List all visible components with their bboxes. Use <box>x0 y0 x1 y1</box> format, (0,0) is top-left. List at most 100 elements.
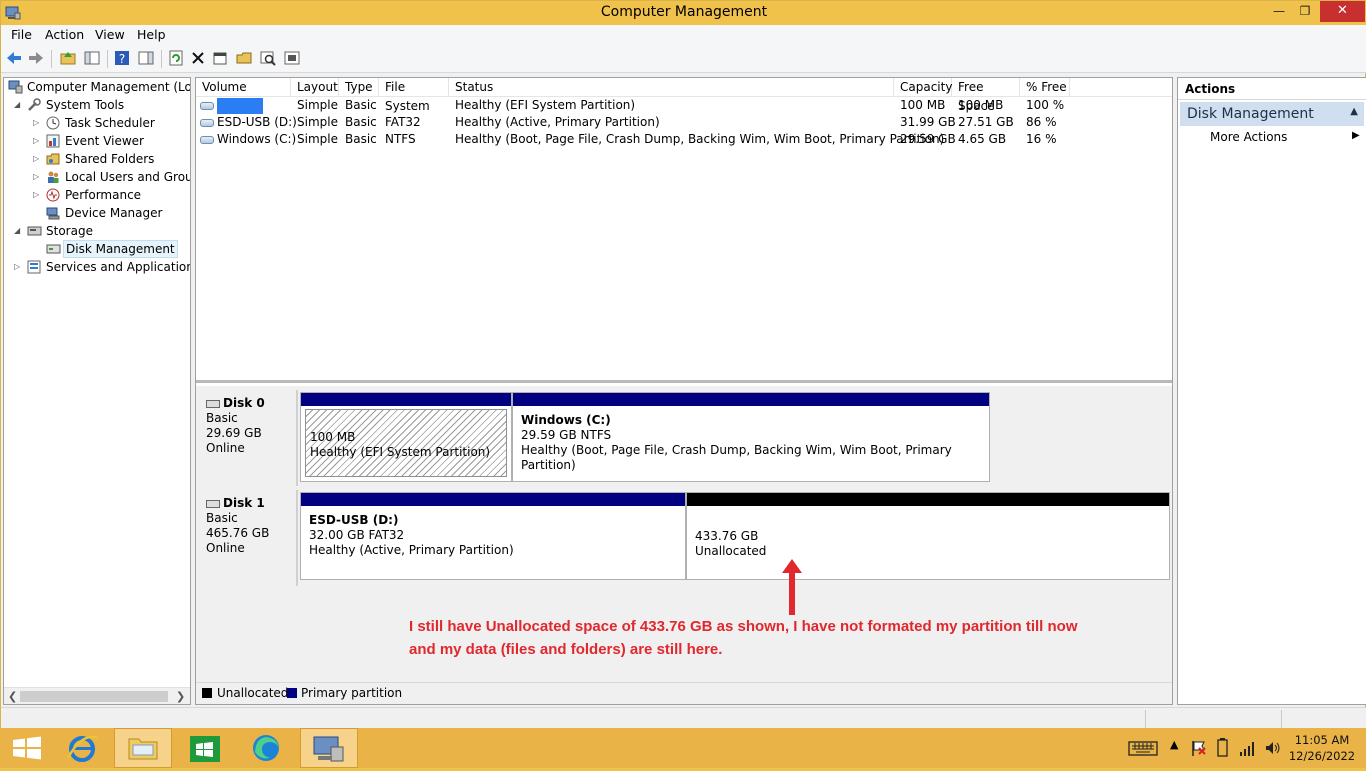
column-header-free-space[interactable]: Free Space <box>952 78 1020 113</box>
battery-power-icon[interactable] <box>1214 738 1232 758</box>
percent-free-cell: 86 % <box>1026 115 1057 129</box>
column-header-layout[interactable]: Layout <box>291 78 339 97</box>
column-header-volume[interactable]: Volume <box>196 78 291 97</box>
scrollbar-thumb[interactable] <box>20 691 168 702</box>
partition-esd-usb-d[interactable]: ESD-USB (D:) 32.00 GB FAT32 Healthy (Act… <box>300 492 686 580</box>
partition-size: 29.59 GB NTFS <box>521 428 612 442</box>
actions-header: Actions <box>1178 78 1366 100</box>
system-clock[interactable]: 11:05 AM 12/26/2022 <box>1284 732 1360 764</box>
clock-time: 11:05 AM <box>1294 733 1350 747</box>
volume-row[interactable]: ESD-USB (D:) Simple Basic FAT32 Healthy … <box>196 114 1172 131</box>
column-header-file-system[interactable]: File System <box>379 78 449 113</box>
column-header-status[interactable]: Status <box>449 78 894 97</box>
search-icon[interactable] <box>259 49 277 67</box>
collapse-up-icon[interactable]: ▲ <box>1350 106 1358 117</box>
scroll-right-icon[interactable]: ❯ <box>176 688 185 704</box>
show-hidden-icons-icon[interactable]: ▲ <box>1170 738 1178 758</box>
status-cell: Healthy (Active, Primary Partition) <box>455 115 660 129</box>
menu-action[interactable]: Action <box>45 27 84 42</box>
actions-section-disk-management[interactable]: Disk Management ▲ <box>1180 102 1364 126</box>
start-button[interactable] <box>0 728 58 768</box>
volume-name-cell: Windows (C:) <box>200 131 296 148</box>
status-segment <box>1145 710 1281 728</box>
tree-horizontal-scrollbar[interactable]: ❮ ❯ <box>4 687 190 704</box>
volume-speaker-icon[interactable] <box>1264 738 1282 758</box>
delete-icon[interactable] <box>189 49 207 67</box>
partition-size: 433.76 GB <box>695 529 759 543</box>
expand-arrow-icon[interactable]: ▷ <box>33 132 39 150</box>
tree-label: Storage <box>46 224 93 238</box>
partition-unallocated[interactable]: 433.76 GB Unallocated <box>686 492 1170 580</box>
expand-arrow-icon[interactable]: ▷ <box>33 186 39 204</box>
close-button[interactable]: ✕ <box>1320 1 1365 22</box>
column-header-capacity[interactable]: Capacity <box>894 78 952 97</box>
show-hide-action-pane-icon[interactable] <box>137 49 155 67</box>
file-system-cell: FAT32 <box>385 115 421 129</box>
partition-name: ESD-USB (D:) <box>309 513 399 527</box>
navigation-tree: Computer Management (Local ◢ System Tool… <box>3 77 191 705</box>
disk-size: 465.76 GB <box>206 526 270 540</box>
keyboard-icon[interactable] <box>1128 738 1158 758</box>
disk-0-label[interactable]: Disk 0 Basic 29.69 GB Online <box>198 390 298 486</box>
partition-efi[interactable]: 100 MB Healthy (EFI System Partition) <box>300 392 512 482</box>
volume-row[interactable]: Simple Basic Healthy (EFI System Partiti… <box>196 97 1172 114</box>
partition-body: ESD-USB (D:) 32.00 GB FAT32 Healthy (Act… <box>305 509 681 575</box>
disk-size: 29.69 GB <box>206 426 262 440</box>
store-taskbar-button[interactable] <box>176 728 234 768</box>
help-icon[interactable]: ? <box>113 49 131 67</box>
network-signal-icon[interactable] <box>1238 738 1258 758</box>
disk-state: Online <box>206 541 245 555</box>
disk-management-pane: Volume Layout Type File System Status Ca… <box>195 77 1173 705</box>
forward-icon[interactable] <box>27 49 45 67</box>
storage-icon <box>27 226 42 236</box>
collapse-arrow-icon[interactable]: ◢ <box>14 96 20 114</box>
expand-arrow-icon[interactable]: ▷ <box>33 114 39 132</box>
expand-arrow-icon[interactable]: ▷ <box>33 150 39 168</box>
svg-text:?: ? <box>119 52 125 66</box>
properties-icon[interactable] <box>211 49 229 67</box>
menu-bar: File Action View Help <box>1 25 1366 45</box>
scroll-left-icon[interactable]: ❮ <box>8 688 17 704</box>
maximize-button[interactable]: ❐ <box>1292 1 1318 22</box>
layout-cell: Simple <box>297 115 338 129</box>
disk-name: Disk 0 <box>223 396 265 410</box>
computer-management-taskbar-button[interactable] <box>300 728 358 768</box>
file-explorer-taskbar-button[interactable] <box>114 728 172 768</box>
expand-arrow-icon[interactable]: ▷ <box>14 258 20 276</box>
menu-help[interactable]: Help <box>137 27 166 42</box>
back-icon[interactable] <box>5 49 23 67</box>
open-folder-icon[interactable] <box>235 49 253 67</box>
show-hide-tree-icon[interactable] <box>83 49 101 67</box>
title-bar[interactable]: Computer Management — ❐ ✕ <box>1 1 1366 25</box>
volume-row[interactable]: Windows (C:) Simple Basic NTFS Healthy (… <box>196 131 1172 148</box>
internet-explorer-taskbar-button[interactable] <box>54 728 112 768</box>
primary-partition-bar <box>513 393 989 406</box>
redacted-volume-name <box>217 97 263 114</box>
disk-1-label[interactable]: Disk 1 Basic 465.76 GB Online <box>198 490 298 586</box>
submenu-arrow-icon[interactable]: ▶ <box>1352 130 1360 141</box>
status-cell: Healthy (EFI System Partition) <box>455 98 636 112</box>
action-center-flag-icon[interactable] <box>1190 738 1208 758</box>
volume-icon <box>200 135 214 144</box>
column-header-type[interactable]: Type <box>339 78 379 97</box>
edge-icon <box>253 735 279 761</box>
edge-taskbar-button[interactable] <box>238 728 296 768</box>
tree-label: Local Users and Groups <box>65 170 190 184</box>
collapse-arrow-icon[interactable]: ◢ <box>14 222 20 240</box>
disk-icon <box>206 399 220 408</box>
disk-legend: Unallocated Primary partition <box>196 682 1172 702</box>
refresh-icon[interactable] <box>167 49 185 67</box>
up-folder-icon[interactable] <box>59 49 77 67</box>
partition-windows-c[interactable]: Windows (C:) 29.59 GB NTFS Healthy (Boot… <box>512 392 990 482</box>
menu-file[interactable]: File <box>11 27 32 42</box>
expand-arrow-icon[interactable]: ▷ <box>33 168 39 186</box>
disk-type: Basic <box>206 511 238 525</box>
settings-icon[interactable] <box>283 49 301 67</box>
partition-body: Windows (C:) 29.59 GB NTFS Healthy (Boot… <box>517 409 985 477</box>
minimize-button[interactable]: — <box>1266 1 1292 22</box>
volume-name-cell: ESD-USB (D:) <box>200 114 297 131</box>
taskbar: ▲ 11:05 AM 12/26/2022 <box>0 728 1366 768</box>
column-header-percent-free[interactable]: % Free <box>1020 78 1070 97</box>
menu-view[interactable]: View <box>95 27 125 42</box>
more-actions-link[interactable]: More Actions <box>1210 130 1287 144</box>
